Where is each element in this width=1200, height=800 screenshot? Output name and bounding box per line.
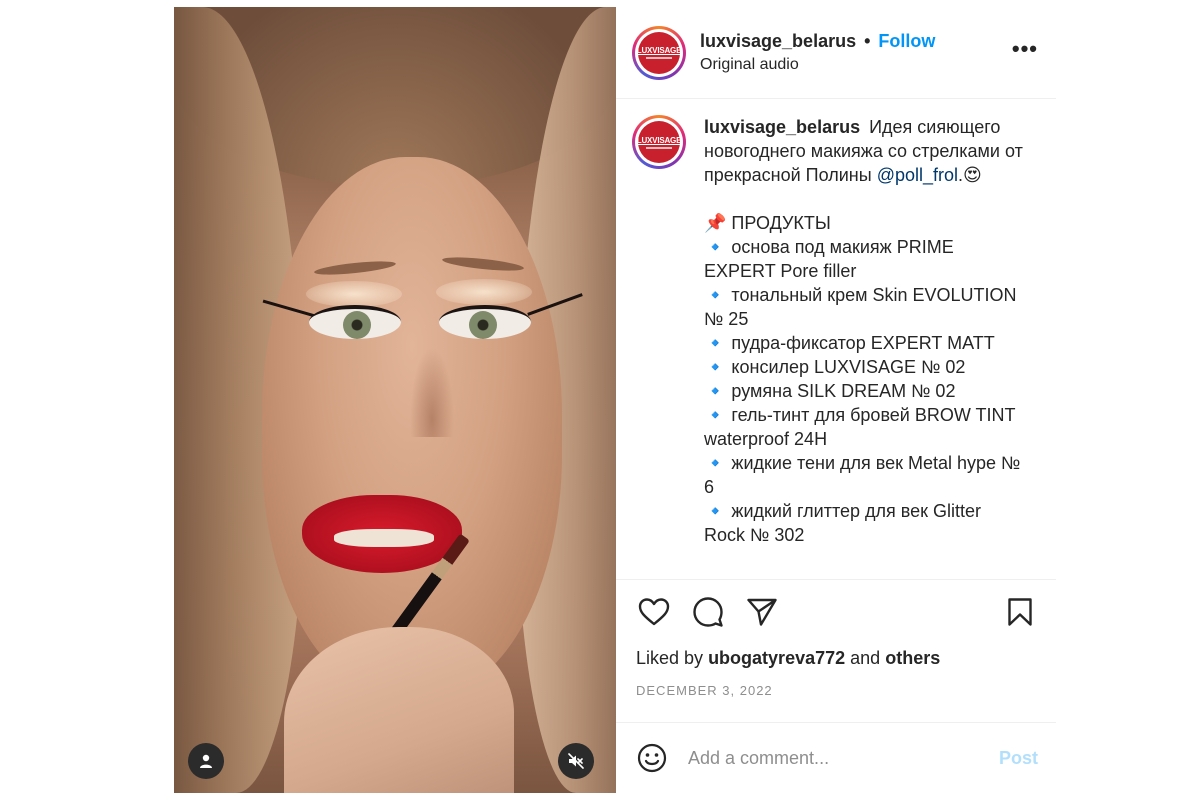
comment-icon — [693, 597, 723, 627]
caption-text: luxvisage_belarus Идея сияющего новогодн… — [704, 115, 1024, 579]
caption-intro-end: .😍 — [958, 165, 982, 185]
post-date[interactable]: DECEMBER 3, 2022 — [616, 683, 1056, 723]
product-item: 🔹 тональный крем Skin EVOLUTION № 25 — [704, 285, 1017, 329]
like-button[interactable] — [636, 594, 672, 630]
share-button[interactable] — [744, 594, 780, 630]
user-tag-icon — [200, 754, 212, 768]
eye-right — [439, 305, 531, 339]
share-icon — [747, 598, 777, 626]
caption-username[interactable]: luxvisage_belarus — [704, 117, 860, 137]
heart-icon — [638, 598, 670, 626]
product-item: 🔹 жидкие тени для век Metal hype № 6 — [704, 453, 1021, 497]
post-header: LUXVISAGE luxvisage_belarus • Follow Ori… — [616, 7, 1056, 99]
product-item: 🔹 основа под макияж PRIME EXPERT Pore fi… — [704, 237, 954, 281]
follow-button[interactable]: Follow — [878, 31, 935, 52]
more-options-icon[interactable]: ••• — [1012, 36, 1038, 62]
emoji-button[interactable] — [636, 742, 668, 774]
emoji-icon — [637, 743, 667, 773]
logo-text: LUXVISAGE — [636, 46, 682, 55]
caption-area: LUXVISAGE luxvisage_belarus Идея сияющег… — [616, 99, 1056, 580]
instagram-post: LUXVISAGE luxvisage_belarus • Follow Ori… — [174, 7, 1056, 793]
likes-summary: Liked by ubogatyreva772 and others — [616, 648, 1056, 669]
audio-link[interactable]: Original audio — [700, 56, 1012, 74]
post-side-panel: LUXVISAGE luxvisage_belarus • Follow Ori… — [616, 7, 1056, 793]
likes-prefix: Liked by — [636, 648, 704, 668]
brand-logo: LUXVISAGE — [636, 121, 682, 163]
caption-avatar[interactable]: LUXVISAGE — [632, 115, 686, 169]
mute-icon — [568, 753, 584, 769]
product-item: 🔹 консилер LUXVISAGE № 02 — [704, 357, 966, 377]
product-item: 🔹 пудра-фиксатор EXPERT MATT — [704, 333, 995, 353]
save-button[interactable] — [1002, 594, 1038, 630]
iris — [469, 311, 497, 339]
user-tag-button[interactable] — [188, 743, 224, 779]
comment-button[interactable] — [690, 594, 726, 630]
liked-by-user[interactable]: ubogatyreva772 — [708, 648, 845, 668]
products-heading: 📌 ПРОДУКТЫ — [704, 213, 831, 233]
eyeshadow-right — [436, 279, 532, 305]
bookmark-icon — [1008, 598, 1032, 626]
product-item: 🔹 жидкий глиттер для век Glitter Rock № … — [704, 501, 982, 545]
eyeshadow-left — [306, 281, 402, 307]
header-info: luxvisage_belarus • Follow Original audi… — [700, 31, 1012, 74]
eye-left — [309, 305, 401, 339]
teeth — [334, 529, 434, 547]
product-item: 🔹 румяна SILK DREAM № 02 — [704, 381, 956, 401]
iris — [343, 311, 371, 339]
comment-box: Post — [616, 723, 1056, 793]
mute-button[interactable] — [558, 743, 594, 779]
avatar[interactable]: LUXVISAGE — [632, 25, 686, 80]
separator-dot: • — [864, 31, 871, 51]
nose — [410, 347, 454, 437]
post-video[interactable] — [174, 7, 616, 793]
comment-input[interactable] — [688, 747, 999, 769]
post-comment-button[interactable]: Post — [999, 748, 1038, 769]
username-link[interactable]: luxvisage_belarus — [700, 31, 856, 52]
action-bar — [616, 580, 1056, 644]
likes-middle: and — [850, 648, 881, 668]
product-item: 🔹 гель-тинт для бровей BROW TINT waterpr… — [704, 405, 1016, 449]
brand-logo: LUXVISAGE — [636, 31, 682, 74]
likes-others-link[interactable]: others — [885, 648, 940, 668]
mention-link[interactable]: @poll_frol — [877, 165, 958, 185]
logo-text: LUXVISAGE — [636, 135, 682, 145]
